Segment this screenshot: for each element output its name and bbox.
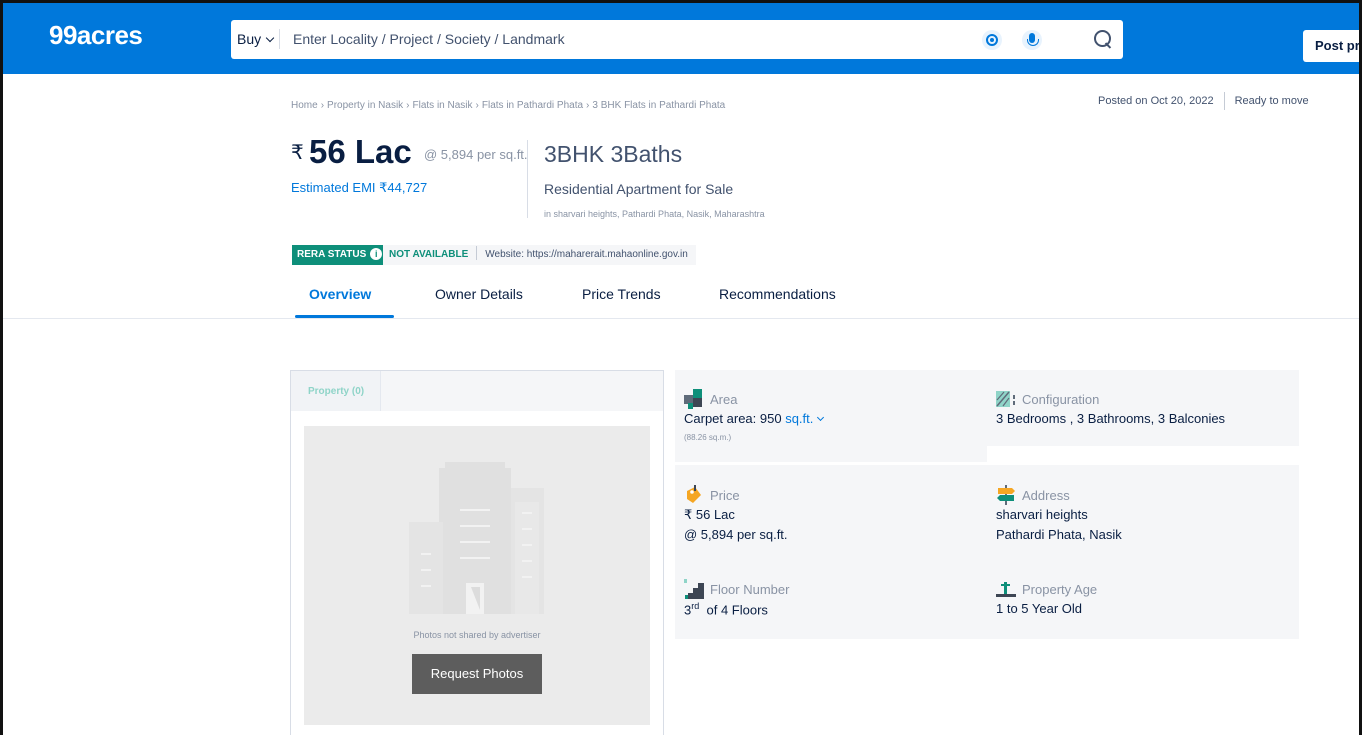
- tab-recommendations[interactable]: Recommendations: [719, 286, 836, 302]
- possession-status: Ready to move: [1234, 94, 1309, 107]
- site-logo[interactable]: 99acres: [49, 20, 143, 51]
- posted-date: Posted on Oct 20, 2022: [1098, 94, 1214, 107]
- price-rate: @ 5,894 per sq.ft.: [684, 527, 788, 542]
- rera-status-badge: RERA STATUS i: [292, 245, 389, 265]
- config-subtitle: Residential Apartment for Sale: [544, 181, 734, 197]
- breadcrumb-item[interactable]: Flats in Nasik: [413, 100, 473, 111]
- price-currency: ₹: [291, 142, 304, 164]
- address-signpost-icon: [997, 485, 1015, 505]
- chevron-down-icon: [265, 33, 275, 42]
- address-line1: sharvari heights: [996, 507, 1088, 522]
- emi-link[interactable]: Estimated EMI ₹44,727: [291, 180, 427, 196]
- area-icon: [684, 389, 702, 409]
- search-input[interactable]: [293, 27, 893, 51]
- search-divider: [279, 29, 280, 49]
- configuration-value: 3 Bedrooms , 3 Bathrooms, 3 Balconies: [996, 411, 1226, 426]
- rera-badge-label: RERA STATUS: [297, 249, 367, 260]
- breadcrumb: Home › Property in Nasik › Flats in Nasik › Fl…: [291, 100, 726, 111]
- photo-tab-property[interactable]: Property (0): [291, 371, 381, 411]
- tab-owner-details[interactable]: Owner Details: [435, 286, 523, 302]
- rera-status-value: NOT AVAILABLE: [389, 249, 469, 261]
- info-icon[interactable]: i: [370, 248, 383, 260]
- price-label: Price: [710, 488, 740, 503]
- top-navbar: 99acres Buy Post pr: [3, 3, 1359, 74]
- detail-card-area: Area Carpet area: 950 sq.ft. (88.26 sq.m…: [675, 370, 987, 462]
- search-bar: Buy: [231, 20, 1123, 59]
- no-photos-text: Photos not shared by advertiser: [413, 630, 541, 640]
- property-age-icon: [996, 582, 1016, 597]
- post-property-button[interactable]: Post pr: [1303, 30, 1359, 62]
- tabs-divider: [3, 318, 1359, 319]
- breadcrumb-item[interactable]: Property in Nasik: [327, 100, 403, 111]
- floor-total: of 4 Floors: [706, 602, 768, 618]
- tab-overview[interactable]: Overview: [309, 286, 371, 302]
- photo-placeholder: Photos not shared by advertiser Request …: [304, 426, 650, 725]
- floor-suffix: rd: [691, 601, 700, 611]
- property-age-label: Property Age: [1022, 582, 1098, 597]
- floor-value: 3rd of 4 Floors: [684, 601, 768, 617]
- config-location: in sharvari heights, Pathardi Phata, Nas…: [544, 209, 765, 219]
- price-value: ₹ 56 Lac: [684, 507, 735, 522]
- page-frame: 99acres Buy Post pr Home›Property in Nas…: [0, 0, 1362, 735]
- detail-card-configuration: Configuration 3 Bedrooms , 3 Bathrooms, …: [987, 370, 1299, 446]
- address-line2: Pathardi Phata, Nasik: [996, 527, 1122, 542]
- header-divider: [527, 140, 528, 218]
- area-value: Carpet area: 950 sq.ft.: [684, 411, 825, 426]
- tab-price-trends[interactable]: Price Trends: [582, 286, 661, 302]
- breadcrumb-item[interactable]: 3 BHK Flats in Pathardi Phata: [592, 100, 725, 111]
- area-sqm: (88.26 sq.m.): [684, 433, 732, 442]
- buy-dropdown[interactable]: Buy: [237, 31, 275, 47]
- config-title: 3BHK 3Baths: [544, 141, 683, 167]
- area-unit-label: sq.ft.: [785, 411, 814, 426]
- floor-stairs-icon: [684, 579, 704, 599]
- photo-panel: Property (0) Photos not shared by advert…: [290, 370, 664, 735]
- price-amount: 56 Lac: [309, 133, 412, 170]
- address-label: Address: [1022, 488, 1070, 503]
- buy-dropdown-label: Buy: [237, 31, 262, 47]
- floor-label: Floor Number: [710, 582, 790, 597]
- area-label: Area: [710, 392, 738, 407]
- posted-info: Posted on Oct 20, 2022 Ready to move: [1098, 92, 1309, 110]
- request-photos-button[interactable]: Request Photos: [412, 654, 542, 694]
- breadcrumb-item[interactable]: Home: [291, 100, 318, 111]
- price-per-sqft: @ 5,894 per sq.ft.: [424, 147, 528, 162]
- configuration-icon: [996, 391, 1015, 407]
- configuration-label: Configuration: [1022, 392, 1100, 407]
- rera-details: NOT AVAILABLE Website: https://maharerait…: [383, 245, 696, 265]
- photo-tabbar: [381, 371, 663, 411]
- chevron-down-icon: [817, 414, 825, 422]
- search-icon[interactable]: [1092, 29, 1114, 51]
- breadcrumb-item[interactable]: Flats in Pathardi Phata: [482, 100, 583, 111]
- location-target-icon[interactable]: [982, 30, 1002, 50]
- property-age-value: 1 to 5 Year Old: [996, 601, 1083, 616]
- price-tag-icon: [687, 485, 701, 503]
- area-unit-dropdown[interactable]: sq.ft.: [785, 411, 825, 426]
- mic-icon[interactable]: [1022, 30, 1042, 50]
- rera-website: Website: https://maharerait.mahaonline.g…: [485, 249, 688, 261]
- area-value-text: Carpet area: 950: [684, 411, 782, 426]
- building-placeholder-icon: [409, 462, 544, 614]
- detail-card-group: Price ₹ 56 Lac @ 5,894 per sq.ft. Addres…: [675, 465, 1299, 639]
